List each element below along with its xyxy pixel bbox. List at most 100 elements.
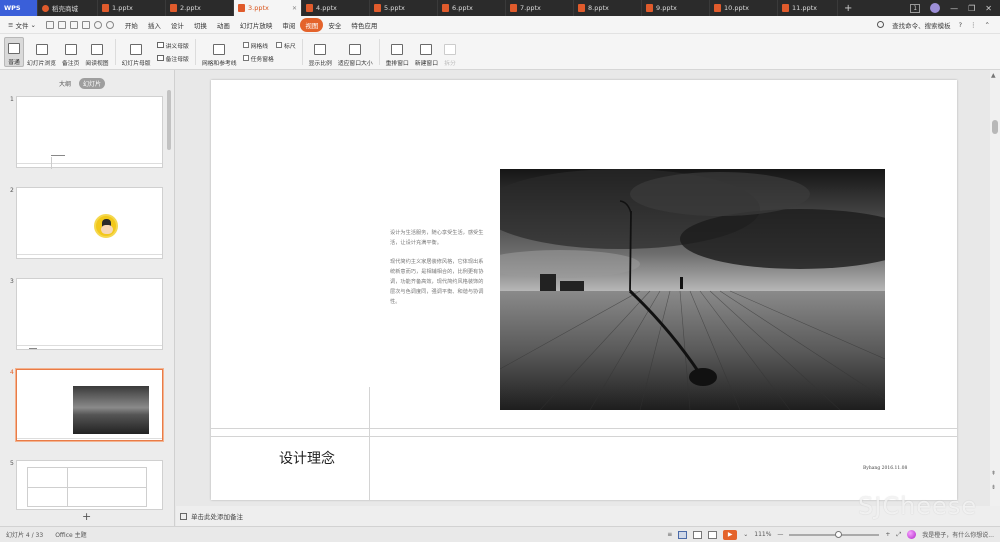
slide-title[interactable]: 设计理念: [279, 448, 335, 468]
handout-master-button[interactable]: 讲义母版: [156, 41, 189, 50]
menu-view[interactable]: 视图: [300, 17, 324, 32]
pptx-file-icon: [170, 4, 177, 12]
pptx-file-icon: [578, 4, 585, 12]
collapse-ribbon-icon[interactable]: ⌃: [985, 21, 990, 29]
add-slide-button[interactable]: +: [82, 510, 91, 523]
minimize-icon[interactable]: —: [950, 4, 958, 13]
chevron-down-icon[interactable]: ⌄: [743, 531, 748, 538]
menu-insert[interactable]: 插入: [143, 18, 166, 32]
next-slide-icon[interactable]: ⇟: [991, 484, 996, 491]
command-search[interactable]: 查找命令、搜索模板: [892, 20, 951, 30]
tab-slides[interactable]: 幻灯片: [79, 78, 106, 89]
tab-doc-9[interactable]: 9.pptx: [642, 0, 710, 16]
thumb-title-mark: [51, 155, 65, 156]
tab-doc-5[interactable]: 5.pptx: [370, 0, 438, 16]
save-icon[interactable]: [45, 20, 54, 29]
tab-doc-11[interactable]: 11.pptx: [778, 0, 838, 16]
file-menu-button[interactable]: ≡ 文件 ⌄: [4, 20, 40, 30]
zoom-slider-knob[interactable]: [835, 530, 843, 538]
slide-thumbnail-5[interactable]: [16, 460, 163, 510]
assistant-hint[interactable]: 我是橙子，有什么你想说...: [922, 530, 994, 539]
assistant-orb-icon[interactable]: [907, 530, 917, 539]
normal-view-button[interactable]: 普通: [4, 36, 24, 67]
new-tab-button[interactable]: +: [838, 0, 858, 16]
scroll-up-icon[interactable]: ▲: [991, 72, 996, 79]
more-icon[interactable]: ⋮: [970, 21, 977, 29]
boardwalk-photo[interactable]: [500, 169, 885, 410]
slide-thumbnail-4-selected[interactable]: [16, 369, 163, 441]
scroll-thumb[interactable]: [992, 120, 998, 134]
play-slideshow-button[interactable]: ▶: [723, 529, 738, 540]
reading-view-icon[interactable]: [708, 530, 718, 539]
window-count-badge[interactable]: 1: [910, 3, 921, 13]
tab-doc-10[interactable]: 10.pptx: [710, 0, 778, 16]
notes-page-icon: [64, 43, 77, 55]
new-window-button[interactable]: 新建窗口: [412, 37, 441, 67]
tab-doc-4[interactable]: 4.pptx: [302, 0, 370, 16]
close-window-icon[interactable]: ✕: [985, 4, 992, 13]
tab-docer-store[interactable]: 稻壳商城: [38, 0, 98, 16]
redo-icon[interactable]: [105, 20, 114, 29]
close-tab-icon[interactable]: ✕: [292, 5, 297, 12]
pptx-file-icon: [238, 4, 245, 12]
ribbon-label: 适应窗口大小: [337, 60, 373, 67]
slide-thumbnail-3[interactable]: [16, 278, 163, 350]
tab-doc-6[interactable]: 6.pptx: [438, 0, 506, 16]
undo-icon[interactable]: [93, 20, 102, 29]
ribbon-divider: [378, 38, 380, 65]
tab-doc-3-active[interactable]: 3.pptx ✕: [234, 0, 302, 16]
menu-transitions[interactable]: 切换: [189, 18, 212, 32]
gridlines-checkbox[interactable]: [242, 42, 249, 48]
wps-label: WPS: [4, 4, 21, 12]
current-slide[interactable]: 设计为生活服务，随心享受生活，感受生活，让设计充满平衡。 现代简约主义家居装修风…: [211, 80, 957, 500]
menu-design[interactable]: 设计: [166, 18, 189, 32]
slide-scrollbar[interactable]: ▲ ⇞ ⇟: [990, 70, 1000, 506]
zoom-level[interactable]: 111%: [754, 531, 771, 538]
help-icon[interactable]: ?: [959, 21, 962, 29]
zoom-in-button[interactable]: +: [885, 531, 890, 538]
menu-review[interactable]: 审阅: [277, 18, 300, 32]
slide-thumbnail-2[interactable]: [16, 187, 163, 259]
print-icon[interactable]: [69, 20, 78, 29]
panel-scrollbar[interactable]: [167, 90, 171, 150]
chevron-down-icon: ⌄: [30, 20, 36, 29]
ruler-checkbox[interactable]: [276, 42, 283, 48]
menu-animations[interactable]: 动画: [212, 18, 235, 32]
zoom-button[interactable]: 显示比例: [306, 37, 335, 67]
menu-home[interactable]: 开始: [120, 18, 143, 32]
wps-menu-tab[interactable]: WPS: [0, 0, 38, 16]
user-avatar[interactable]: [930, 3, 941, 13]
notes-page-button[interactable]: 备注页: [59, 37, 82, 67]
notes-master-button[interactable]: 备注母版: [156, 54, 189, 63]
fit-window-icon[interactable]: ⤢: [896, 531, 901, 539]
tab-outline[interactable]: 大纲: [55, 78, 75, 89]
normal-view-icon[interactable]: [678, 530, 688, 539]
preview-icon[interactable]: [81, 20, 90, 29]
tab-doc-2[interactable]: 2.pptx: [166, 0, 234, 16]
fit-window-button[interactable]: 适应窗口大小: [335, 37, 376, 67]
zoom-out-button[interactable]: —: [777, 531, 783, 538]
slide-body-text[interactable]: 设计为生活服务，随心享受生活，感受生活，让设计充满平衡。 现代简约主义家居装修风…: [390, 228, 485, 307]
slide-master-button[interactable]: 幻灯片母版: [119, 37, 154, 67]
restore-icon[interactable]: ❐: [968, 4, 975, 13]
menu-features[interactable]: 特色应用: [346, 18, 382, 32]
grid-icon: [213, 43, 226, 55]
tab-doc-1[interactable]: 1.pptx: [98, 0, 166, 16]
menu-security[interactable]: 安全: [323, 18, 346, 32]
slide-thumbnail-1[interactable]: [16, 96, 163, 169]
notes-placeholder[interactable]: 单击此处添加备注: [191, 511, 243, 521]
open-icon[interactable]: [57, 20, 66, 29]
menu-slideshow[interactable]: 幻灯片放映: [235, 18, 278, 32]
tab-doc-8[interactable]: 8.pptx: [574, 0, 642, 16]
prev-slide-icon[interactable]: ⇞: [991, 470, 996, 477]
task-pane-checkbox[interactable]: [242, 55, 249, 61]
slide-byline[interactable]: Byhang 2016.11.08: [863, 466, 907, 471]
sorter-view-icon[interactable]: [693, 530, 703, 539]
notes-toggle-icon[interactable]: ≡: [667, 531, 672, 538]
zoom-slider[interactable]: [789, 530, 880, 538]
arrange-windows-button[interactable]: 重排窗口: [383, 37, 412, 67]
tab-doc-7[interactable]: 7.pptx: [506, 0, 574, 16]
reading-view-button[interactable]: 阅读视图: [82, 37, 111, 67]
grid-guides-button[interactable]: 网格和参考线: [199, 37, 240, 67]
slide-sorter-button[interactable]: 幻灯片浏览: [24, 37, 59, 67]
